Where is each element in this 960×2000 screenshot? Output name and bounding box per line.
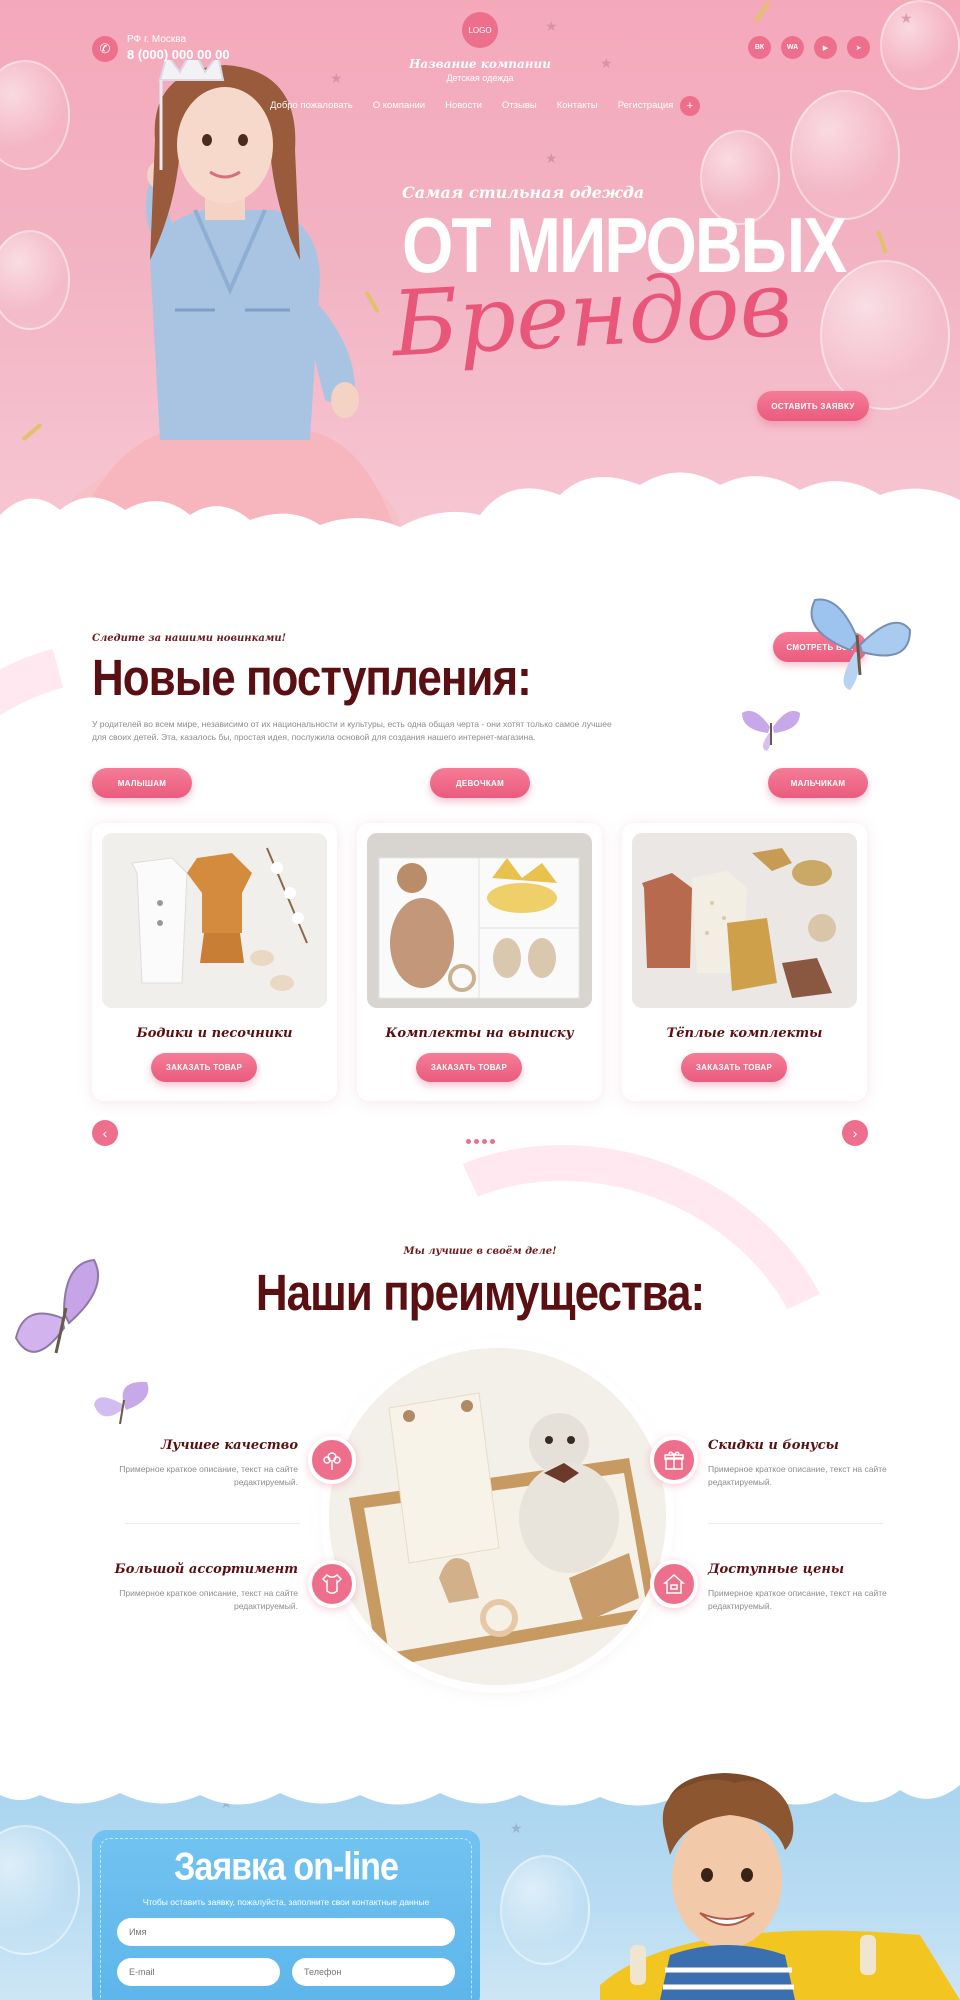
youtube-icon[interactable]: ▶	[814, 36, 837, 59]
butterfly-icon	[14, 1258, 99, 1354]
advantage-discounts-title: Скидки и бонусы	[708, 1438, 839, 1453]
advantage-prices-title: Доступные цены	[708, 1562, 845, 1577]
nav-item-contacts[interactable]: Контакты	[557, 100, 598, 111]
star-decoration: ★	[600, 55, 613, 71]
logo[interactable]: LOGO	[462, 12, 498, 48]
order-product-button[interactable]: заказать товар	[416, 1053, 522, 1082]
product-card: Комплекты на выписку заказать товар	[357, 823, 602, 1101]
product-name: Комплекты на выписку	[385, 1026, 574, 1041]
divider	[708, 1523, 883, 1524]
new-arrivals-description: У родителей во всем мире, независимо от …	[92, 719, 612, 742]
nav-item-news[interactable]: Новости	[445, 100, 482, 111]
order-product-button[interactable]: заказать товар	[151, 1053, 257, 1082]
bodysuit-icon	[308, 1560, 356, 1608]
balloon-decoration	[0, 1825, 80, 1955]
advantage-assortment-desc: Примерное краткое описание, текст на сай…	[119, 1588, 298, 1611]
social-links: ВК WA ▶ ➤	[748, 36, 870, 59]
gift-icon	[650, 1436, 698, 1484]
form-description: Чтобы оставить заявку, пожалуйста, запол…	[142, 1897, 430, 1907]
discharge-set-photo	[367, 833, 592, 1008]
company-name: Название компании	[409, 57, 551, 71]
advantages-kicker: Мы лучшие в своём деле!	[403, 1246, 557, 1257]
pagination-dot[interactable]	[466, 1139, 471, 1144]
cloud-divider	[0, 472, 960, 570]
advantage-quality-title: Лучшее качество	[160, 1438, 298, 1453]
cotton-flower-icon	[308, 1436, 356, 1484]
gift-basket-photo	[329, 1348, 666, 1685]
pagination-dot[interactable]	[490, 1139, 495, 1144]
confetti-decoration	[876, 230, 888, 254]
main-nav: Добро пожаловать О компании Новости Отзы…	[270, 100, 673, 111]
product-card: Тёплые комплекты заказать товар	[622, 823, 867, 1101]
balloon-decoration	[880, 0, 960, 90]
carousel-prev-button[interactable]: ‹	[92, 1120, 118, 1146]
nav-item-reviews[interactable]: Отзывы	[502, 100, 537, 111]
star-decoration: ★	[900, 10, 913, 26]
warm-sets-photo	[632, 833, 857, 1008]
nav-more-button[interactable]: +	[680, 96, 700, 116]
city-label: РФ г. Москва	[127, 34, 187, 45]
new-arrivals-title: Новые поступления:	[92, 650, 532, 707]
advantages-photo	[329, 1348, 666, 1685]
bodysuits-photo	[102, 833, 327, 1008]
advantage-quality-desc: Примерное краткое описание, текст на сай…	[119, 1464, 298, 1487]
whatsapp-icon[interactable]: WA	[781, 36, 804, 59]
category-babies-button[interactable]: малышам	[92, 768, 192, 798]
nav-item-welcome[interactable]: Добро пожаловать	[270, 100, 353, 111]
company-tagline: Детская одежда	[446, 73, 514, 83]
new-arrivals-kicker: Следите за нашими новинками!	[92, 633, 287, 644]
hero-section: ★ ★ ★ ★ ★ ✆ РФ г. Москва 8 (000) 000 00 …	[0, 0, 960, 570]
phone-input[interactable]	[292, 1958, 455, 1986]
advantage-assortment-title: Большой ассортимент	[114, 1562, 298, 1577]
vk-icon[interactable]: ВК	[748, 36, 771, 59]
product-name: Бодики и песочники	[136, 1026, 293, 1041]
star-decoration: ★	[545, 18, 558, 34]
leave-request-button[interactable]: оставить заявку	[757, 391, 869, 421]
carousel-next-button[interactable]: ›	[842, 1120, 868, 1146]
butterfly-icon	[742, 710, 800, 751]
advantages-title: Наши преимущества:	[255, 1265, 705, 1322]
phone-number[interactable]: 8 (000) 000 00 00	[127, 47, 230, 62]
star-decoration: ★	[545, 150, 558, 166]
boy-photo	[600, 1773, 960, 2000]
advantage-discounts-desc: Примерное краткое описание, текст на сай…	[708, 1464, 887, 1487]
hero-script-title: Брендов	[389, 251, 795, 378]
nav-item-registration[interactable]: Регистрация	[618, 100, 674, 111]
confetti-decoration	[21, 422, 43, 442]
category-girls-button[interactable]: девочкам	[430, 768, 530, 798]
product-card: Бодики и песочники заказать товар	[92, 823, 337, 1101]
request-form: Заявка on-line Чтобы оставить заявку, по…	[92, 1830, 480, 2000]
order-product-button[interactable]: заказать товар	[681, 1053, 787, 1082]
category-boys-button[interactable]: мальчикам	[768, 768, 868, 798]
telegram-icon[interactable]: ➤	[847, 36, 870, 59]
pagination-dot[interactable]	[482, 1139, 487, 1144]
confetti-decoration	[753, 1, 771, 23]
product-name: Тёплые комплекты	[666, 1026, 823, 1041]
butterfly-icon	[94, 1381, 149, 1425]
price-house-icon	[650, 1560, 698, 1608]
nav-item-about[interactable]: О компании	[373, 100, 425, 111]
form-title: Заявка on-line	[174, 1845, 399, 1889]
carousel-pagination	[466, 1139, 495, 1144]
pagination-dot[interactable]	[474, 1139, 479, 1144]
phone-icon[interactable]: ✆	[92, 36, 118, 62]
butterfly-icon	[810, 598, 912, 690]
advantage-prices-desc: Примерное краткое описание, текст на сай…	[708, 1588, 887, 1611]
email-input[interactable]	[117, 1958, 280, 1986]
divider	[125, 1523, 300, 1524]
name-input[interactable]	[117, 1918, 455, 1946]
